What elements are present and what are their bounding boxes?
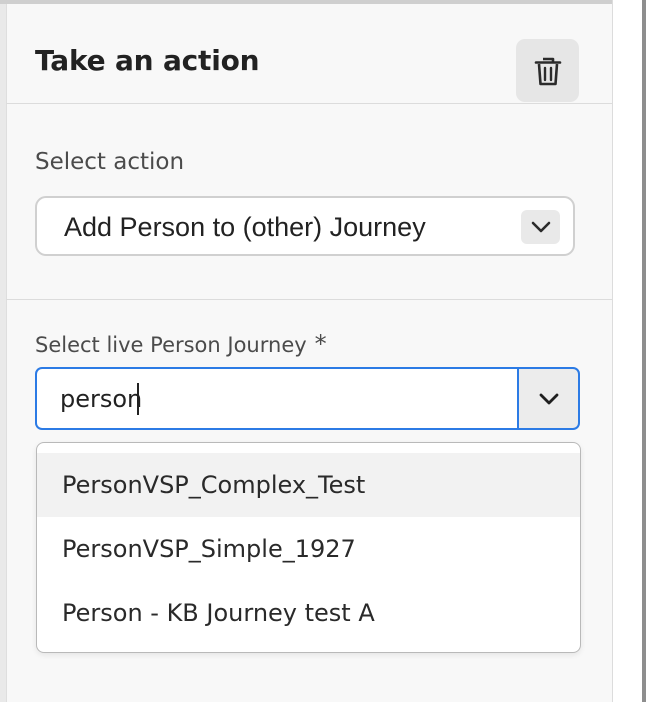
journey-label: Select live Person Journey * — [35, 330, 327, 358]
action-select-value: Add Person to (other) Journey — [64, 212, 426, 242]
dropdown-option[interactable]: Person - KB Journey test A — [37, 581, 580, 645]
chevron-down-icon — [531, 221, 550, 233]
dropdown-option[interactable]: PersonVSP_Complex_Test — [37, 453, 580, 517]
required-marker: * — [314, 330, 327, 358]
delete-button[interactable] — [516, 39, 579, 102]
window-right-edge — [642, 0, 646, 702]
section-divider — [6, 299, 612, 300]
action-chevron-button[interactable] — [521, 210, 560, 244]
journey-dropdown-button[interactable] — [517, 367, 580, 430]
panel-title: Take an action — [35, 44, 260, 77]
trash-icon — [534, 57, 561, 85]
chevron-down-icon — [539, 393, 558, 404]
select-action-label: Select action — [35, 149, 185, 175]
journey-combobox[interactable] — [35, 367, 580, 430]
text-cursor — [137, 383, 139, 415]
journey-search-input[interactable] — [35, 367, 517, 430]
right-rail — [612, 0, 643, 702]
action-select[interactable]: Add Person to (other) Journey — [35, 196, 575, 256]
header-divider — [6, 103, 612, 104]
journey-label-text: Select live Person Journey — [35, 333, 307, 357]
dropdown-option[interactable]: PersonVSP_Simple_1927 — [37, 517, 580, 581]
journey-dropdown-list: PersonVSP_Complex_Test PersonVSP_Simple_… — [36, 442, 581, 653]
